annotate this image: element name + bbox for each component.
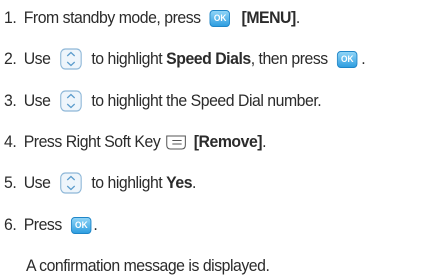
nav-up-down-key-icon: [60, 172, 82, 194]
step-text: to highlight the Speed Dial number.: [91, 91, 322, 110]
right-soft-key-icon: [166, 135, 186, 150]
step-text: Use: [23, 91, 51, 110]
confirmation-note: A confirmation message is displayed.: [26, 256, 270, 275]
remove-key-label: [Remove]: [193, 132, 263, 151]
menu-key-label: [MENU]: [241, 8, 297, 27]
ok-key-icon: OK: [71, 216, 92, 234]
step-1: 1. From standby mode, press OK [MENU].: [4, 4, 300, 32]
step-text: Use: [23, 49, 51, 68]
step-text: Use: [23, 173, 51, 192]
step-punct: .: [93, 215, 98, 234]
step-text: From standby mode, press: [23, 8, 201, 27]
yes-label: Yes: [166, 173, 193, 192]
step-punct: .: [192, 173, 196, 192]
nav-up-down-key-icon: [60, 90, 82, 112]
step-number: 5.: [4, 173, 17, 192]
step-punct: .: [262, 132, 267, 151]
step-6: 6. Press OK .: [4, 211, 98, 239]
step-text: Press Right Soft Key: [23, 132, 161, 151]
nav-up-down-key-icon: [60, 48, 82, 70]
step-text: to highlight: [91, 49, 163, 68]
step-2: 2. Use to highlight Speed Dials, then pr…: [4, 45, 366, 73]
step-number: 1.: [4, 8, 17, 27]
step-3: 3. Use to highlight the Speed Dial numbe…: [4, 87, 322, 115]
step-text: Press: [23, 215, 63, 234]
step-number: 4.: [4, 132, 17, 151]
step-5: 5. Use to highlight Yes.: [4, 169, 196, 197]
step-number: 3.: [4, 91, 17, 110]
speed-dials-label: Speed Dials: [166, 49, 251, 68]
step-text: , then press: [250, 49, 328, 68]
step-number: 6.: [4, 215, 17, 234]
step-text: to highlight: [91, 173, 163, 192]
ok-key-icon: OK: [337, 50, 358, 68]
step-number: 2.: [4, 49, 17, 68]
ok-key-icon: OK: [209, 9, 231, 27]
step-punct: .: [295, 8, 300, 27]
step-punct: .: [361, 49, 366, 68]
instructions: 1. From standby mode, press OK [MENU]. 2…: [0, 0, 434, 275]
step-4: 4. Press Right Soft Key [Remove].: [4, 128, 267, 156]
